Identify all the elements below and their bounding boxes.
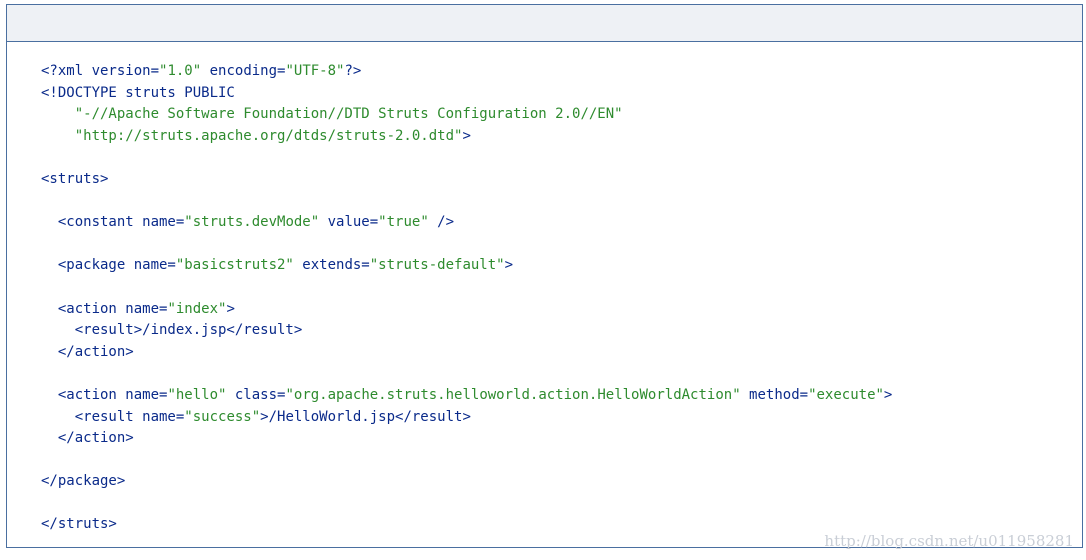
code-token: <struts> bbox=[41, 170, 109, 187]
code-string: "execute" bbox=[808, 386, 884, 403]
code-token: <package name= bbox=[41, 257, 176, 274]
code-token: </struts> bbox=[41, 516, 117, 533]
code-line: <package name="basicstruts2" extends="st… bbox=[41, 255, 892, 277]
code-line: <struts> bbox=[41, 169, 892, 191]
code-token: class= bbox=[226, 386, 286, 403]
code-string: "struts.devMode" bbox=[184, 214, 320, 231]
code-token: > bbox=[462, 127, 471, 144]
code-line: </action> bbox=[41, 428, 892, 450]
code-line: </action> bbox=[41, 342, 892, 364]
code-token: <!DOCTYPE struts PUBLIC bbox=[41, 84, 235, 101]
code-line: <!DOCTYPE struts PUBLIC bbox=[41, 83, 892, 105]
blog-watermark: http://blog.csdn.net/u011958281 bbox=[824, 532, 1074, 550]
code-token: <result name= bbox=[41, 408, 185, 425]
code-string: "hello" bbox=[167, 386, 227, 403]
code-string: "UTF-8" bbox=[285, 63, 345, 79]
code-token: </action> bbox=[41, 343, 134, 360]
code-string: "org.apache.struts.helloworld.action.Hel… bbox=[285, 386, 741, 403]
code-token: <action name= bbox=[41, 386, 168, 403]
code-line: <result name="success">/HelloWorld.jsp</… bbox=[41, 407, 892, 429]
code-token: >/HelloWorld.jsp</result> bbox=[260, 408, 471, 425]
code-string: "-//Apache Software Foundation//DTD Stru… bbox=[41, 106, 623, 123]
code-token: <result>/index.jsp</result> bbox=[41, 322, 303, 339]
code-token: > bbox=[883, 386, 893, 403]
code-token: <constant name= bbox=[41, 214, 185, 231]
code-string: "struts-default" bbox=[369, 257, 505, 274]
code-token: ?> bbox=[344, 63, 362, 79]
code-token: method= bbox=[740, 386, 809, 403]
code-line: <action name="hello" class="org.apache.s… bbox=[41, 385, 893, 407]
code-token: value= bbox=[319, 214, 379, 231]
code-line: "http://struts.apache.org/dtds/struts-2.… bbox=[41, 126, 892, 148]
code-token: <action name= bbox=[41, 300, 168, 317]
code-line: <action name="index"> bbox=[41, 299, 892, 321]
code-string: "basicstruts2" bbox=[175, 257, 294, 274]
code-line: <?xml version="1.0" encoding="UTF-8"?> bbox=[41, 61, 892, 83]
code-token: </action> bbox=[41, 430, 134, 447]
code-token: <?xml version= bbox=[41, 63, 160, 79]
code-line: <constant name="struts.devMode" value="t… bbox=[41, 212, 892, 234]
code-token: extends= bbox=[293, 257, 370, 274]
code-string: "http://struts.apache.org/dtds/struts-2.… bbox=[41, 127, 463, 144]
code-listing: <?xml version="1.0" encoding="UTF-8"?> <!… bbox=[41, 61, 892, 536]
code-block-frame: <?xml version="1.0" encoding="UTF-8"?> <!… bbox=[6, 4, 1083, 548]
code-string: "true" bbox=[378, 214, 429, 231]
code-string: "success" bbox=[184, 408, 261, 425]
code-line: <result>/index.jsp</result> bbox=[41, 320, 892, 342]
code-token: </package> bbox=[41, 473, 126, 490]
code-string: "1.0" bbox=[159, 63, 202, 79]
code-line: "-//Apache Software Foundation//DTD Stru… bbox=[41, 104, 892, 126]
code-token: encoding= bbox=[201, 63, 286, 79]
code-line: </package> bbox=[41, 471, 892, 493]
code-line: </struts> bbox=[41, 514, 892, 536]
code-token: > bbox=[226, 300, 235, 317]
code-block-header bbox=[7, 5, 1082, 42]
code-string: "index" bbox=[167, 300, 227, 317]
code-token: > bbox=[504, 257, 514, 274]
code-token: /> bbox=[428, 214, 455, 231]
